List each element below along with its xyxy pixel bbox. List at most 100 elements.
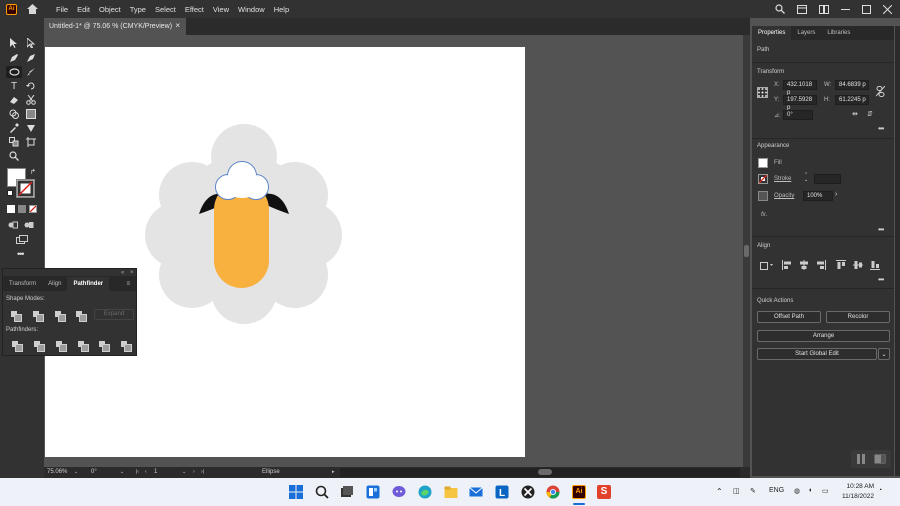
menu-edit[interactable]: Edit: [77, 5, 90, 14]
last-artboard-icon[interactable]: ›|: [201, 469, 204, 475]
curvature-tool-icon[interactable]: [25, 52, 37, 64]
previous-artboard-icon[interactable]: ‹: [145, 469, 147, 475]
maximize-icon[interactable]: [862, 4, 871, 14]
tab-transform[interactable]: Transform: [3, 277, 42, 291]
stroke-weight-stepper-icon[interactable]: ⌃ ⌄: [804, 173, 808, 183]
menu-select[interactable]: Select: [155, 5, 176, 14]
widgets-icon[interactable]: [366, 485, 380, 499]
panel-scrollbar[interactable]: [895, 26, 900, 476]
merge-button[interactable]: [56, 341, 67, 352]
menu-type[interactable]: Type: [130, 5, 146, 14]
chat-icon[interactable]: [392, 485, 406, 499]
minus-back-button[interactable]: [121, 341, 132, 352]
flip-horizontal-icon[interactable]: ⇹: [852, 110, 858, 118]
tray-pen-icon[interactable]: ✎: [750, 487, 756, 495]
pause-icon[interactable]: [857, 454, 865, 464]
edit-toolbar-icon[interactable]: •••: [17, 249, 25, 259]
gradient-tool-icon[interactable]: [25, 108, 37, 120]
fill-color-swatch[interactable]: [758, 158, 768, 168]
symbol-sprayer-tool-icon[interactable]: [8, 136, 20, 148]
menu-view[interactable]: View: [213, 5, 229, 14]
unite-button[interactable]: [11, 311, 22, 322]
home-icon[interactable]: [26, 3, 38, 15]
x-field[interactable]: 432.1018 p: [783, 80, 817, 96]
artboard-number[interactable]: 1: [154, 469, 157, 475]
rotate-tool-icon[interactable]: [25, 80, 37, 92]
tray-app-icon[interactable]: ◫: [733, 487, 740, 495]
constrain-proportions-icon[interactable]: [875, 85, 886, 97]
search-icon[interactable]: [775, 4, 785, 14]
menu-effect[interactable]: Effect: [185, 5, 204, 14]
menu-window[interactable]: Window: [238, 5, 265, 14]
rotation-dropdown-icon[interactable]: ⌄: [120, 469, 124, 475]
language-indicator[interactable]: ENG: [769, 487, 784, 494]
volume-icon[interactable]: ◖: [808, 487, 812, 494]
blend-tool-icon[interactable]: [25, 122, 37, 134]
recolor-button[interactable]: Recolor: [826, 311, 890, 323]
tab-align[interactable]: Align: [42, 277, 67, 291]
panel-menu-icon[interactable]: ≡: [120, 277, 136, 291]
color-mode-icon[interactable]: [7, 205, 15, 213]
pen-tool-icon[interactable]: [8, 52, 20, 64]
network-icon[interactable]: ◍: [794, 487, 800, 495]
battery-icon[interactable]: ▭: [822, 487, 829, 495]
stroke-label[interactable]: Stroke: [774, 176, 791, 182]
screen-mode-icon[interactable]: [16, 235, 28, 244]
ellipse-tool-icon[interactable]: [6, 66, 22, 78]
illustrator-taskbar-icon[interactable]: Ai: [572, 485, 586, 499]
vertical-scrollbar[interactable]: [743, 35, 750, 467]
global-edit-options-icon[interactable]: ⌄: [878, 348, 890, 360]
eraser-tool-icon[interactable]: [8, 94, 20, 106]
edge-browser-icon[interactable]: [418, 485, 432, 499]
tab-properties[interactable]: Properties: [752, 26, 792, 40]
first-artboard-icon[interactable]: |‹: [136, 469, 139, 475]
more-align-options-icon[interactable]: •••: [878, 275, 884, 284]
tab-libraries[interactable]: Libraries: [821, 26, 856, 40]
artboard[interactable]: [45, 47, 525, 457]
more-transform-options-icon[interactable]: •••: [878, 124, 884, 133]
stroke-swatch[interactable]: [16, 179, 35, 198]
stroke-color-swatch[interactable]: [758, 174, 768, 184]
scissors-tool-icon[interactable]: [25, 94, 37, 106]
close-window-icon[interactable]: [883, 4, 892, 14]
next-artboard-icon[interactable]: ›: [193, 469, 195, 475]
start-global-edit-button[interactable]: Start Global Edit: [757, 348, 877, 360]
eyedropper-tool-icon[interactable]: [8, 122, 20, 134]
artboard-tool-icon[interactable]: [25, 136, 37, 148]
close-tab-icon[interactable]: ×: [175, 21, 180, 30]
none-mode-icon[interactable]: [29, 205, 37, 213]
chrome-icon[interactable]: [546, 485, 560, 499]
status-menu-icon[interactable]: ▸: [332, 469, 335, 475]
zoom-level[interactable]: 75.06%: [47, 469, 67, 475]
gradient-mode-icon[interactable]: [18, 205, 26, 213]
minimize-icon[interactable]: [841, 5, 850, 14]
rotation-value[interactable]: 0°: [91, 469, 97, 475]
type-tool-icon[interactable]: T: [8, 80, 20, 92]
task-view-icon[interactable]: [340, 485, 354, 499]
trim-button[interactable]: [34, 341, 45, 352]
screen-recorder-icon[interactable]: S: [597, 485, 611, 499]
minus-front-button[interactable]: [33, 311, 44, 322]
selection-tool-icon[interactable]: [8, 37, 20, 49]
search-taskbar-icon[interactable]: [315, 485, 329, 499]
horizontal-scroll-thumb[interactable]: [538, 469, 552, 475]
document-tab[interactable]: Untitled-1* @ 75.06 % (CMYK/Preview) ×: [44, 18, 186, 35]
align-to-icon[interactable]: [760, 260, 774, 270]
menu-object[interactable]: Object: [99, 5, 121, 14]
opacity-field[interactable]: 100%: [803, 191, 833, 201]
rotate-field[interactable]: 0°: [783, 110, 813, 120]
notifications-icon[interactable]: ◔: [878, 487, 882, 494]
align-horizontal-center-icon[interactable]: [799, 260, 809, 272]
xbox-icon[interactable]: [521, 485, 535, 499]
draw-mode-icon[interactable]: [8, 221, 18, 229]
arrange-documents-icon[interactable]: [819, 4, 829, 14]
file-explorer-icon[interactable]: [444, 485, 458, 499]
exclude-button[interactable]: [76, 311, 87, 322]
direct-selection-tool-icon[interactable]: [25, 37, 37, 49]
outline-button[interactable]: [99, 341, 110, 352]
system-clock[interactable]: 10:28 AM 11/18/2022: [842, 482, 874, 502]
shape-builder-tool-icon[interactable]: [8, 108, 20, 120]
menu-help[interactable]: Help: [274, 5, 289, 14]
tab-pathfinder[interactable]: Pathfinder: [67, 277, 110, 291]
fx-button[interactable]: fx.: [761, 212, 767, 218]
